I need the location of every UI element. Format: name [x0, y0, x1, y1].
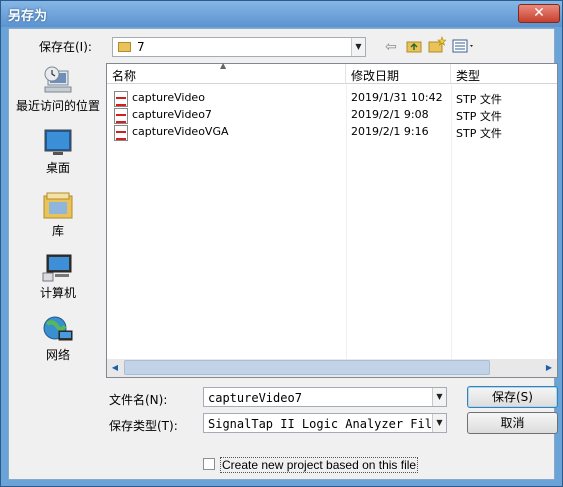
save-as-dialog: 另存为 ✕ 保存在(I): 7 ▼ ⇦ 最近访问的位置 桌面 库 计算机 网络 … [0, 0, 563, 487]
back-icon[interactable]: ⇦ [385, 39, 397, 55]
view-menu-icon[interactable] [452, 39, 476, 53]
place-computer[interactable]: 计算机 [10, 252, 106, 300]
stp-file-icon [114, 125, 128, 141]
file-type: STP 文件 [456, 110, 502, 123]
column-header-date[interactable]: 修改日期 [346, 64, 451, 84]
column-date-label: 修改日期 [351, 69, 400, 83]
folder-icon [118, 42, 131, 52]
file-type: STP 文件 [456, 93, 502, 106]
column-name-label: 名称 [112, 69, 137, 83]
filetype-value: SignalTap II Logic Analyzer Files (*.stp… [208, 417, 432, 431]
filename-label: 文件名(N): [109, 393, 168, 407]
filetype-combo[interactable]: SignalTap II Logic Analyzer Files (*.stp… [203, 413, 447, 433]
scrollbar-thumb[interactable] [124, 360, 490, 375]
file-date: 2019/2/1 9:16 [351, 125, 429, 138]
file-row[interactable]: captureVideo7 2019/2/1 9:08 STP 文件 [107, 107, 557, 124]
filetype-label: 保存类型(T): [109, 419, 178, 433]
column-header-type[interactable]: 类型 [451, 64, 557, 84]
place-recent-label: 最近访问的位置 [15, 99, 100, 113]
filename-input[interactable]: captureVideo7 [208, 391, 302, 405]
horizontal-scrollbar[interactable]: ◀ ▶ [107, 359, 557, 377]
place-recent[interactable]: 最近访问的位置 [10, 65, 106, 113]
place-network-label: 网络 [45, 348, 70, 362]
file-date: 2019/1/31 10:42 [351, 91, 443, 104]
scroll-right-icon[interactable]: ▶ [541, 360, 557, 376]
lookin-label: 保存在(I): [39, 40, 92, 54]
recent-places-icon [41, 65, 75, 97]
desktop-icon [41, 127, 75, 159]
column-header-name[interactable]: 名称 ▲ [107, 61, 346, 84]
lookin-value: 7 [137, 40, 145, 54]
sort-arrow-icon: ▲ [220, 61, 227, 70]
place-desktop[interactable]: 桌面 [10, 127, 106, 175]
file-row[interactable]: captureVideo 2019/1/31 10:42 STP 文件 [107, 90, 557, 107]
file-date: 2019/2/1 9:08 [351, 108, 429, 121]
place-library[interactable]: 库 [10, 190, 106, 238]
stp-file-icon [114, 91, 128, 107]
title-bar[interactable]: 另存为 ✕ [1, 1, 562, 27]
file-name: captureVideo [132, 91, 205, 104]
stp-file-icon [114, 108, 128, 124]
place-network[interactable]: 网络 [10, 314, 106, 362]
column-type-label: 类型 [456, 69, 481, 83]
file-list[interactable]: 名称 ▲ 修改日期 类型 captureVideo 2019/1/31 10:4… [106, 61, 558, 378]
window-title: 另存为 [8, 9, 48, 24]
new-folder-icon[interactable] [428, 36, 447, 53]
create-project-label[interactable]: Create new project based on this file [220, 457, 419, 473]
network-icon [41, 314, 75, 346]
computer-icon [41, 252, 75, 284]
cancel-button[interactable]: 取消 [467, 412, 558, 434]
chevron-down-icon[interactable]: ▼ [432, 388, 446, 406]
filename-combo[interactable]: captureVideo7 ▼ [203, 387, 447, 407]
dialog-body: 保存在(I): 7 ▼ ⇦ 最近访问的位置 桌面 库 计算机 网络 名称 ▲ 修… [8, 28, 558, 480]
place-computer-label: 计算机 [39, 286, 76, 300]
lookin-combo[interactable]: 7 ▼ [112, 37, 366, 57]
library-icon [41, 190, 75, 222]
chevron-down-icon[interactable]: ▼ [432, 414, 446, 432]
file-type: STP 文件 [456, 127, 502, 140]
up-folder-icon[interactable] [406, 38, 422, 53]
chevron-down-icon[interactable]: ▼ [351, 38, 365, 56]
scroll-left-icon[interactable]: ◀ [107, 360, 123, 376]
file-row[interactable]: captureVideoVGA 2019/2/1 9:16 STP 文件 [107, 124, 557, 141]
place-library-label: 库 [51, 224, 64, 238]
create-project-checkbox[interactable] [203, 458, 215, 470]
save-button[interactable]: 保存(S) [467, 386, 558, 408]
close-button[interactable]: ✕ [518, 4, 560, 23]
file-name: captureVideo7 [132, 108, 212, 121]
place-desktop-label: 桌面 [45, 161, 70, 175]
file-name: captureVideoVGA [132, 125, 229, 138]
